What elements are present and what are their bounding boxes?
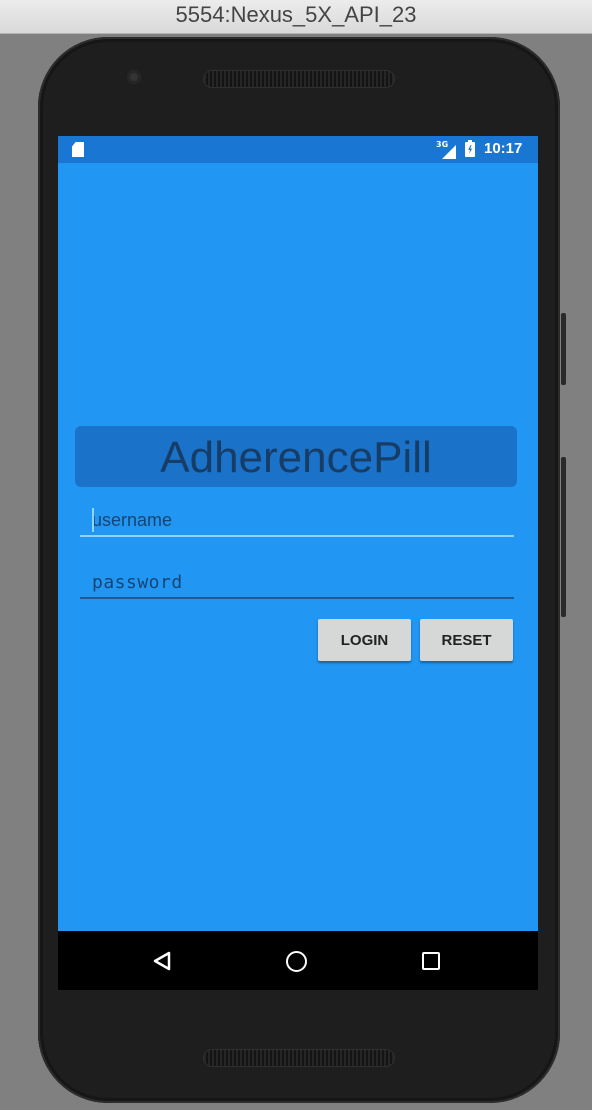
reset-button[interactable]: RESET	[420, 619, 513, 661]
home-icon[interactable]	[286, 951, 307, 972]
top-speaker	[203, 70, 395, 88]
signal-icon: 3G	[436, 140, 456, 159]
network-type-label: 3G	[436, 140, 449, 149]
password-input[interactable]	[92, 572, 502, 593]
charging-bolt-icon	[468, 145, 473, 154]
username-field[interactable]	[80, 501, 514, 537]
status-clock: 10:17	[484, 140, 523, 157]
device-screen: 3G 10:17 AdherencePill LOGIN RESET	[58, 136, 538, 990]
recent-apps-icon[interactable]	[422, 952, 440, 970]
phone-frame: 3G 10:17 AdherencePill LOGIN RESET	[38, 37, 566, 1103]
app-title: AdherencePill	[75, 426, 517, 487]
bottom-speaker	[203, 1049, 395, 1067]
status-bar: 3G 10:17	[58, 136, 538, 163]
password-field[interactable]	[80, 563, 514, 599]
front-camera	[127, 70, 141, 84]
login-button[interactable]: LOGIN	[318, 619, 411, 661]
back-icon[interactable]	[153, 951, 171, 971]
emulator-window-title: 5554:Nexus_5X_API_23	[0, 0, 592, 34]
navigation-bar	[58, 931, 538, 990]
username-input[interactable]	[92, 510, 502, 531]
battery-charging-icon	[465, 140, 475, 157]
volume-button	[561, 457, 566, 617]
power-button	[561, 313, 566, 385]
text-cursor	[92, 508, 94, 532]
sd-card-icon	[72, 142, 84, 157]
